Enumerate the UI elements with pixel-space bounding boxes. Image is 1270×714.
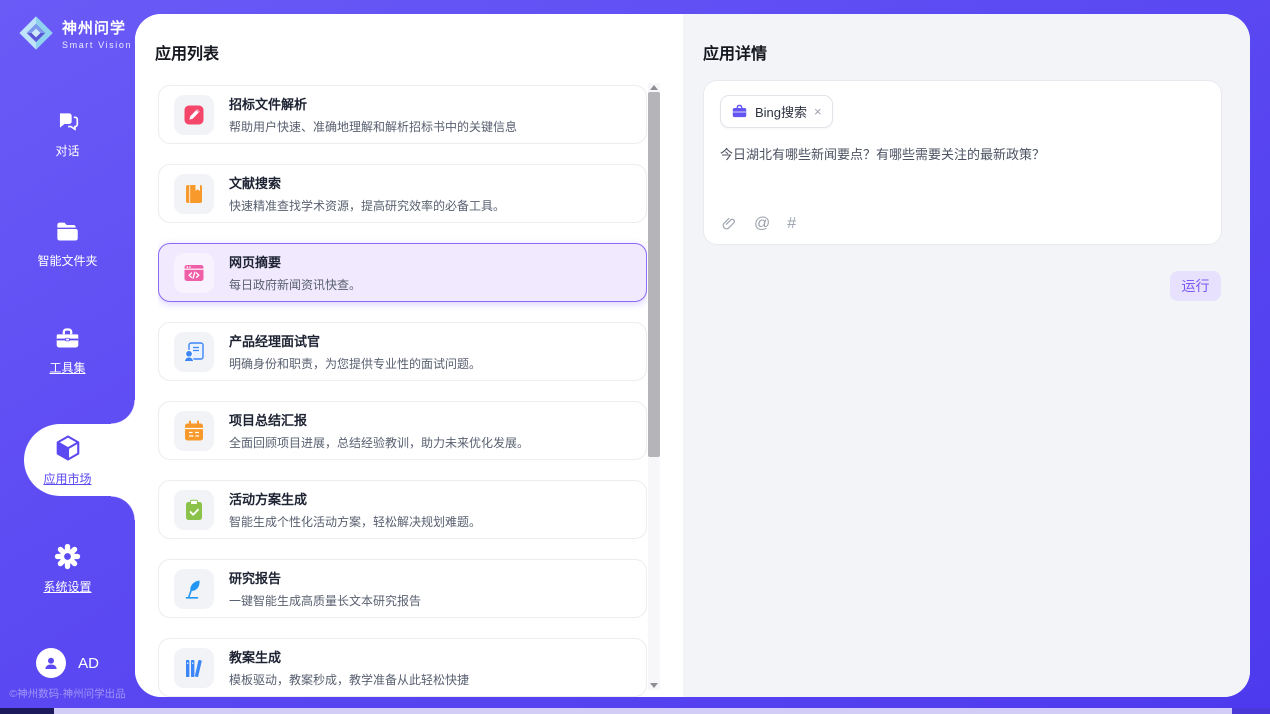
sidebar-item-toolbox[interactable]: 工具集 (0, 325, 135, 376)
app-card-title: 研究报告 (229, 568, 421, 587)
app-icon-box (174, 253, 214, 293)
avatar[interactable] (36, 648, 66, 678)
app-icon-box (174, 648, 214, 688)
app-card[interactable]: 研究报告一键智能生成高质量长文本研究报告 (158, 559, 647, 618)
app-icon-box (174, 411, 214, 451)
interview-icon (182, 340, 206, 364)
paperclip-icon[interactable] (721, 216, 737, 232)
user-row: AD (0, 648, 135, 678)
close-icon[interactable]: × (814, 105, 822, 118)
book-icon (182, 182, 206, 206)
app-card[interactable]: 教案生成模板驱动，教案秒成，教学准备从此轻松快捷 (158, 638, 647, 697)
app-card-title: 活动方案生成 (229, 489, 481, 508)
app-card-title: 网页摘要 (229, 252, 361, 271)
toolbox-icon (54, 325, 81, 352)
sidebar-item-cube[interactable]: 应用市场 (0, 433, 135, 487)
sidebar-item-folder[interactable]: 智能文件夹 (0, 218, 135, 269)
query-text[interactable]: 今日湖北有哪些新闻要点？有哪些需要关注的最新政策？ (720, 145, 1205, 165)
app-icon-box (174, 332, 214, 372)
app-icon-box (174, 490, 214, 530)
app-icon-box (174, 95, 214, 135)
app-card-desc: 每日政府新闻资讯快查。 (229, 276, 361, 293)
clipboard-check-icon (182, 498, 206, 522)
sidebar-item-label: 智能文件夹 (37, 252, 97, 269)
app-card[interactable]: 文献搜索快速精准查找学术资源，提高研究效率的必备工具。 (158, 164, 647, 223)
person-icon (42, 654, 60, 672)
diamond-logo-icon (17, 14, 55, 52)
app-list: 招标文件解析帮助用户快速、准确地理解和解析招标书中的关键信息文献搜索快速精准查找… (158, 85, 647, 697)
copyright-text: ©神州数码·神州问学出品 (0, 686, 135, 701)
quill-report-icon (182, 577, 206, 601)
app-icon-box (174, 569, 214, 609)
bubble-curve-top (111, 400, 135, 424)
app-card-title: 教案生成 (229, 647, 469, 666)
scrollbar-thumb[interactable] (648, 92, 660, 457)
scrollbar-up-arrow-icon[interactable] (650, 85, 658, 90)
edit-square-icon (182, 103, 206, 127)
app-card[interactable]: 活动方案生成智能生成个性化活动方案，轻松解决规划难题。 (158, 480, 647, 539)
at-icon[interactable]: @ (754, 216, 770, 232)
app-list-panel: 应用列表 招标文件解析帮助用户快速、准确地理解和解析招标书中的关键信息文献搜索快… (135, 14, 683, 697)
app-card-desc: 全面回顾项目进展，总结经验教训，助力未来优化发展。 (229, 434, 529, 451)
app-card-title: 招标文件解析 (229, 94, 517, 113)
app-card-desc: 快速精准查找学术资源，提高研究效率的必备工具。 (229, 197, 505, 214)
app-card-title: 产品经理面试官 (229, 331, 481, 350)
app-card-desc: 帮助用户快速、准确地理解和解析招标书中的关键信息 (229, 118, 517, 135)
user-name: AD (78, 655, 99, 672)
briefcase-icon (731, 103, 748, 120)
app-card-title: 文献搜索 (229, 173, 505, 192)
browser-code-icon (182, 261, 206, 285)
app-card-desc: 智能生成个性化活动方案，轻松解决规划难题。 (229, 513, 481, 530)
app-card-desc: 明确身份和职责，为您提供专业性的面试问题。 (229, 355, 481, 372)
chat-icon (54, 108, 81, 135)
sidebar: 神州问学 Smart Vision 对话智能文件夹工具集应用市场系统设置 AD … (0, 0, 135, 714)
folder-icon (54, 218, 81, 245)
app-card-desc: 一键智能生成高质量长文本研究报告 (229, 592, 421, 609)
app-detail-panel: 应用详情 Bing搜索 × 今日湖北有哪些新闻要点？有哪些需要关注的最新政策？ (683, 14, 1250, 697)
bubble-curve-bottom (111, 496, 135, 520)
bottom-edge-strip (0, 708, 1270, 714)
hash-icon[interactable]: # (787, 216, 796, 232)
sidebar-item-label: 应用市场 (43, 470, 91, 487)
plugin-chip-bing-search[interactable]: Bing搜索 × (720, 95, 833, 128)
scrollbar[interactable] (648, 83, 660, 690)
app-card[interactable]: 招标文件解析帮助用户快速、准确地理解和解析招标书中的关键信息 (158, 85, 647, 144)
main-content: 应用列表 招标文件解析帮助用户快速、准确地理解和解析招标书中的关键信息文献搜索快… (135, 14, 1250, 697)
app-logo: 神州问学 Smart Vision (17, 14, 132, 52)
prompt-card: Bing搜索 × 今日湖北有哪些新闻要点？有哪些需要关注的最新政策？ @ # (703, 80, 1222, 245)
plugin-chip-label: Bing搜索 (755, 102, 807, 121)
sidebar-item-label: 对话 (55, 142, 79, 159)
gear-icon (53, 542, 82, 571)
brand-name: 神州问学 (62, 17, 132, 38)
books-icon (182, 656, 206, 680)
brand-subtitle: Smart Vision (62, 40, 132, 50)
cube-icon (53, 433, 83, 463)
app-card[interactable]: 项目总结汇报全面回顾项目进展，总结经验教训，助力未来优化发展。 (158, 401, 647, 460)
app-detail-title: 应用详情 (703, 40, 767, 64)
run-button[interactable]: 运行 (1170, 271, 1221, 301)
app-icon-box (174, 174, 214, 214)
sidebar-item-gear[interactable]: 系统设置 (0, 542, 135, 595)
input-toolbar: @ # (721, 216, 796, 232)
app-card-title: 项目总结汇报 (229, 410, 529, 429)
sidebar-item-label: 工具集 (49, 359, 85, 376)
sidebar-item-label: 系统设置 (43, 578, 91, 595)
scrollbar-down-arrow-icon[interactable] (650, 683, 658, 688)
app-card-desc: 模板驱动，教案秒成，教学准备从此轻松快捷 (229, 671, 469, 688)
sidebar-item-chat[interactable]: 对话 (0, 108, 135, 159)
app-list-title: 应用列表 (155, 40, 219, 64)
app-card[interactable]: 产品经理面试官明确身份和职责，为您提供专业性的面试问题。 (158, 322, 647, 381)
app-card[interactable]: 网页摘要每日政府新闻资讯快查。 (158, 243, 647, 302)
calendar-icon (182, 419, 206, 443)
